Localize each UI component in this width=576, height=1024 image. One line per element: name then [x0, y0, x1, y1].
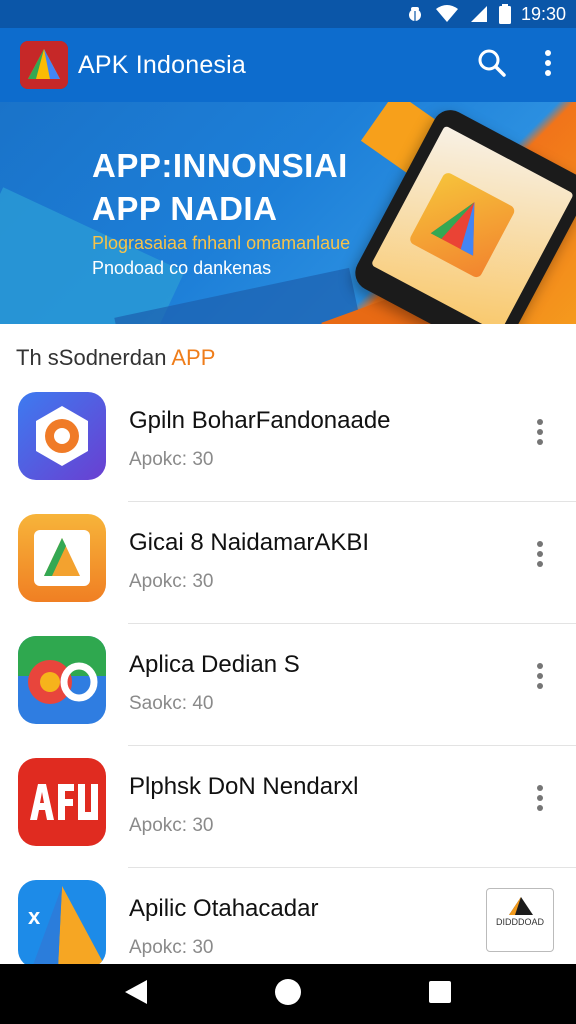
app-meta: Apokc: 30: [129, 571, 214, 592]
more-vert-icon: [536, 418, 544, 451]
more-vert-icon: [536, 540, 544, 573]
more-vert-icon: [544, 49, 552, 82]
hexagon-app-icon: [18, 392, 106, 480]
app-name: Gpiln BoharFandonaade: [129, 407, 391, 434]
badge-logo-icon: [509, 897, 533, 915]
app-bar: APK Indonesia: [0, 28, 576, 102]
banner-headline: APP:INNONSIAI: [92, 147, 348, 184]
banner-subtitle: Plograsaiaa fnhanl omamanlaue: [92, 233, 351, 253]
drive-app-icon: x: [18, 880, 106, 968]
home-button[interactable]: [258, 964, 318, 1024]
app-meta: Apokc: 30: [129, 815, 214, 836]
download-badge[interactable]: DIDDDOAD: [486, 888, 554, 952]
recents-button[interactable]: [410, 964, 470, 1024]
signal-icon: [469, 4, 489, 24]
item-more-button[interactable]: [520, 530, 560, 582]
svg-text:x: x: [28, 904, 41, 929]
list-item[interactable]: Aplica Dedian S Saokc: 40: [0, 624, 576, 746]
circle-app-icon: [18, 636, 106, 724]
app-name: Gicai 8 NaidamarAKBI: [129, 529, 370, 556]
app-name: Apilic Otahacadar: [129, 895, 319, 922]
app-title: APK Indonesia: [78, 50, 246, 79]
list-item[interactable]: Gpiln BoharFandonaade Apokc: 30: [0, 380, 576, 502]
banner-headline-2: APP NADIA: [92, 190, 278, 227]
app-meta: Saokc: 40: [129, 693, 214, 714]
status-time: 19:30: [520, 3, 566, 24]
more-vert-icon: [536, 784, 544, 817]
badge-text: DIDDDOAD: [495, 917, 544, 927]
app-name: Aplica Dedian S: [129, 651, 300, 678]
home-icon: [274, 978, 302, 1011]
app-name: Plphsk DoN Nendarxl: [129, 773, 359, 800]
app-meta: Apokc: 30: [129, 449, 214, 470]
banner-subtitle-2: Pnodoad co dankenas: [92, 258, 272, 278]
status-bar: 19:30: [0, 0, 576, 28]
item-more-button[interactable]: [520, 774, 560, 826]
bug-icon: [405, 4, 425, 24]
system-nav-bar: [0, 964, 576, 1024]
afu-app-icon: [18, 758, 106, 846]
app-logo: [20, 41, 68, 89]
recents-icon: [428, 980, 452, 1009]
back-icon: [123, 978, 149, 1011]
section-title-accent: APP: [171, 345, 216, 370]
promo-banner[interactable]: APP:INNONSIAI APP NADIA Plograsaiaa fnha…: [0, 102, 576, 324]
search-button[interactable]: [464, 37, 520, 93]
list-item[interactable]: Plphsk DoN Nendarxl Apokc: 30: [0, 746, 576, 868]
wifi-icon: [435, 4, 459, 24]
list-item[interactable]: Gicai 8 NaidamarAKBI Apokc: 30: [0, 502, 576, 624]
back-button[interactable]: [106, 964, 166, 1024]
overflow-menu-button[interactable]: [520, 37, 576, 93]
more-vert-icon: [536, 662, 544, 695]
section-title: Th sSodnerdan APP: [16, 345, 215, 371]
battery-icon: [498, 4, 511, 24]
item-more-button[interactable]: [520, 408, 560, 460]
item-more-button[interactable]: [520, 652, 560, 704]
phone-app-tile: [408, 170, 517, 280]
app-meta: Apokc: 30: [129, 937, 214, 958]
section-title-text: Th sSodnerdan: [16, 345, 172, 370]
search-icon: [477, 48, 507, 83]
triangle-app-icon: [18, 514, 106, 602]
